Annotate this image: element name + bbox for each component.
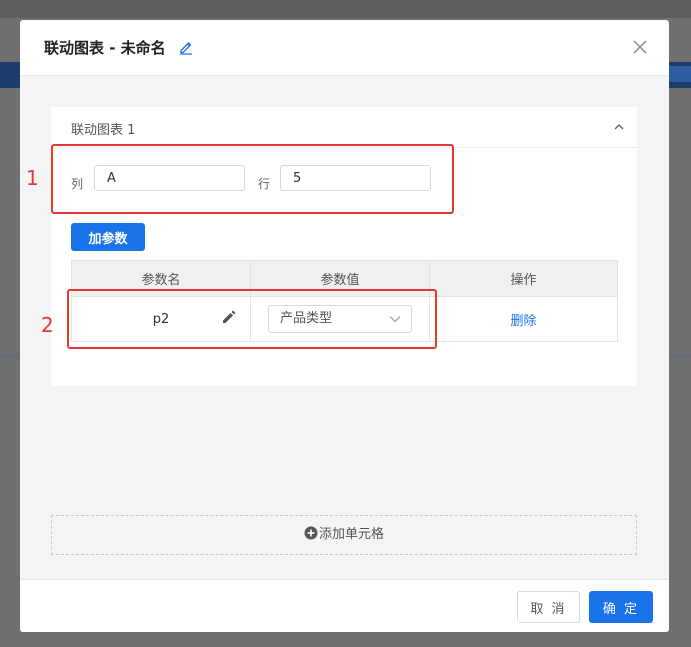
row-label: 行: [258, 177, 271, 191]
chevron-down-icon: [389, 316, 401, 323]
annotation-number-1: 1: [26, 166, 39, 190]
dialog-body: 联动图表 1 列 行 加参数 参数名 参数值 操作: [20, 76, 669, 579]
annotation-number-2: 2: [41, 313, 54, 337]
add-param-button[interactable]: 加参数: [71, 223, 145, 251]
panel-title: 联动图表 1: [71, 123, 136, 138]
linked-chart-dialog: 联动图表 - 未命名 联动图表 1 列 行 加参数: [20, 20, 669, 632]
header-param-value: 参数值: [250, 260, 430, 297]
plus-circle-icon: [304, 526, 318, 540]
background-tab: [669, 66, 691, 82]
background-topbar: [0, 0, 691, 18]
param-value-select[interactable]: 产品类型: [268, 305, 412, 333]
dialog-title: 联动图表 - 未命名: [44, 39, 166, 57]
pencil-icon[interactable]: [178, 39, 194, 55]
cancel-button[interactable]: 取 消: [517, 591, 580, 623]
header-action: 操作: [429, 260, 618, 297]
table-header-row: 参数名 参数值 操作: [71, 260, 618, 297]
ok-button[interactable]: 确 定: [589, 591, 653, 623]
param-name: p2: [152, 311, 170, 327]
delete-link[interactable]: 删除: [510, 314, 536, 329]
chevron-up-icon[interactable]: [613, 121, 625, 133]
action-cell: 删除: [429, 296, 618, 342]
add-cell-button[interactable]: 添加单元格: [51, 515, 637, 555]
param-name-cell: p2: [71, 296, 251, 342]
row-input[interactable]: [280, 165, 431, 191]
param-value-cell: 产品类型: [250, 296, 430, 342]
table-row: p2 产品类型 删除: [71, 296, 618, 342]
chart-panel: 联动图表 1 列 行 加参数 参数名 参数值 操作: [51, 107, 637, 386]
pencil-icon[interactable]: [222, 310, 236, 324]
param-value-selected: 产品类型: [280, 311, 333, 326]
dialog-footer: 取 消 确 定: [20, 579, 669, 632]
dialog-header: 联动图表 - 未命名: [20, 20, 669, 76]
close-icon[interactable]: [632, 39, 648, 55]
header-param-name: 参数名: [71, 260, 251, 297]
column-label: 列: [71, 177, 84, 191]
panel-header[interactable]: 联动图表 1: [51, 107, 637, 148]
add-cell-label: 添加单元格: [318, 527, 384, 542]
column-input[interactable]: [94, 165, 245, 191]
param-table: 参数名 参数值 操作 p2 产品类型 删除: [71, 260, 618, 342]
